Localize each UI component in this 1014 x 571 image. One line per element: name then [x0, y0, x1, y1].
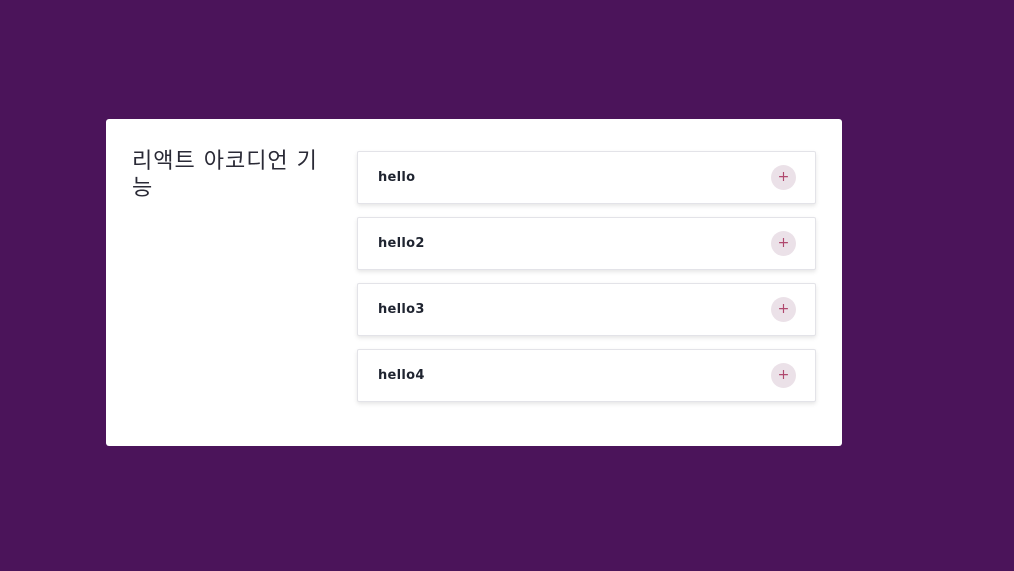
accordion-item-label: hello2 — [378, 236, 425, 251]
accordion-item[interactable]: hello2 + — [357, 217, 816, 270]
accordion-item-label: hello4 — [378, 368, 425, 383]
plus-icon[interactable]: + — [771, 297, 796, 322]
accordion-item[interactable]: hello4 + — [357, 349, 816, 402]
plus-icon[interactable]: + — [771, 231, 796, 256]
plus-icon[interactable]: + — [771, 363, 796, 388]
accordion-item[interactable]: hello3 + — [357, 283, 816, 336]
page-title: 리액트 아코디언 기능 — [132, 149, 318, 201]
accordion-item-label: hello3 — [378, 302, 425, 317]
accordion-card: 리액트 아코디언 기능 hello + hello2 + hello3 + he… — [106, 119, 842, 446]
accordion-item[interactable]: hello + — [357, 151, 816, 204]
plus-icon[interactable]: + — [771, 165, 796, 190]
accordion-list: hello + hello2 + hello3 + hello4 + — [357, 151, 816, 402]
accordion-item-label: hello — [378, 170, 416, 185]
